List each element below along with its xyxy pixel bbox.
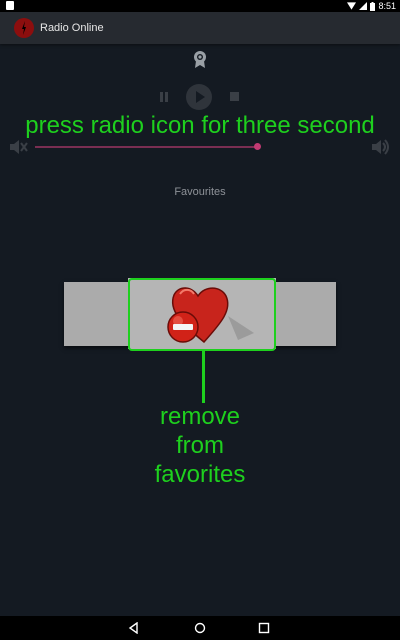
navigation-bar <box>0 616 400 640</box>
radio-logo-icon <box>14 18 34 38</box>
play-icon[interactable] <box>186 84 212 110</box>
clock: 8:51 <box>378 1 396 11</box>
instruction-remove-from-favorites: remove from favorites <box>0 402 400 489</box>
wifi-icon <box>347 2 357 10</box>
instruction-line: from <box>176 432 224 459</box>
home-icon[interactable] <box>194 622 206 634</box>
back-icon[interactable] <box>128 622 140 634</box>
award-icon[interactable] <box>192 50 208 68</box>
signal-icon <box>359 2 368 10</box>
instruction-line: remove <box>159 403 241 430</box>
playback-controls <box>0 84 400 110</box>
notification-icon <box>6 1 14 10</box>
stop-icon[interactable] <box>229 91 240 102</box>
app-title: Radio Online <box>40 22 104 34</box>
favourites-label: Favourites <box>174 186 226 198</box>
mute-icon[interactable] <box>8 138 28 156</box>
recent-apps-icon[interactable] <box>258 622 270 634</box>
pause-icon[interactable] <box>158 91 170 103</box>
instruction-line: favorites <box>154 461 246 488</box>
status-icons: 8:51 <box>347 0 396 12</box>
app-bar: Radio Online <box>0 12 400 44</box>
status-bar: 8:51 <box>0 0 400 12</box>
volume-slider-thumb[interactable] <box>254 143 261 150</box>
favorite-item-highlight <box>128 278 276 351</box>
volume-slider-fill <box>35 146 257 148</box>
battery-icon <box>370 1 376 11</box>
volume-icon[interactable] <box>370 138 390 156</box>
instruction-press-radio-icon: press radio icon for three second <box>25 112 375 139</box>
callout-line <box>202 351 205 403</box>
